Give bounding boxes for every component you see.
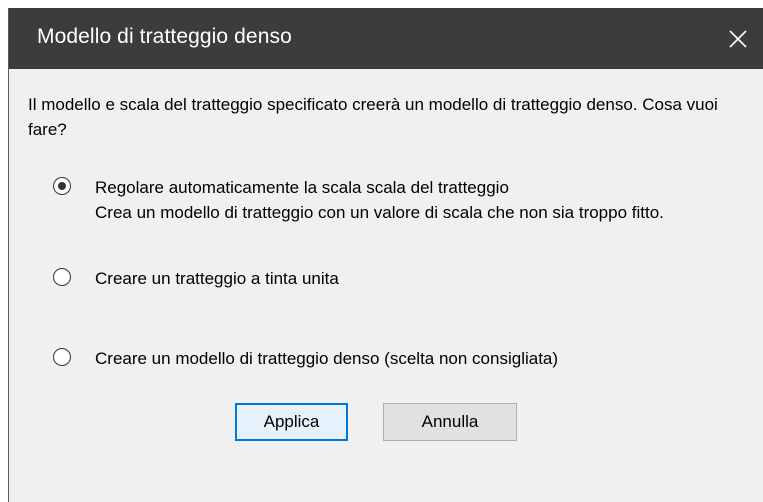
screen-background: Modello di tratteggio denso Il modello e… <box>0 0 763 502</box>
cancel-button[interactable]: Annulla <box>383 403 517 441</box>
option-auto-scale-text: Regolare automaticamente la scala scala … <box>95 175 695 225</box>
dense-hatch-dialog: Modello di tratteggio denso Il modello e… <box>8 8 763 502</box>
apply-button[interactable]: Applica <box>235 403 348 441</box>
radio-solid-fill[interactable] <box>53 268 71 286</box>
close-icon <box>729 29 747 48</box>
dialog-message: Il modello e scala del tratteggio specif… <box>28 95 718 139</box>
option-dense-hatch-label: Creare un modello di tratteggio denso (s… <box>95 349 559 368</box>
option-dense-hatch[interactable]: Creare un modello di tratteggio denso (s… <box>53 346 695 371</box>
option-solid-fill-label: Creare un tratteggio a tinta unita <box>95 269 339 288</box>
option-auto-scale-description: Crea un modello di tratteggio con un val… <box>95 203 664 222</box>
dialog-title: Modello di tratteggio denso <box>37 25 292 48</box>
radio-auto-scale[interactable] <box>53 177 71 195</box>
radio-dense-hatch[interactable] <box>53 348 71 366</box>
dialog-body: Il modello e scala del tratteggio specif… <box>9 69 763 502</box>
title-bar: Modello di tratteggio denso <box>9 8 763 69</box>
option-auto-scale-label: Regolare automaticamente la scala scala … <box>95 178 509 197</box>
close-button[interactable] <box>713 8 763 69</box>
option-solid-fill[interactable]: Creare un tratteggio a tinta unita <box>53 266 695 291</box>
option-auto-scale[interactable]: Regolare automaticamente la scala scala … <box>53 175 695 225</box>
